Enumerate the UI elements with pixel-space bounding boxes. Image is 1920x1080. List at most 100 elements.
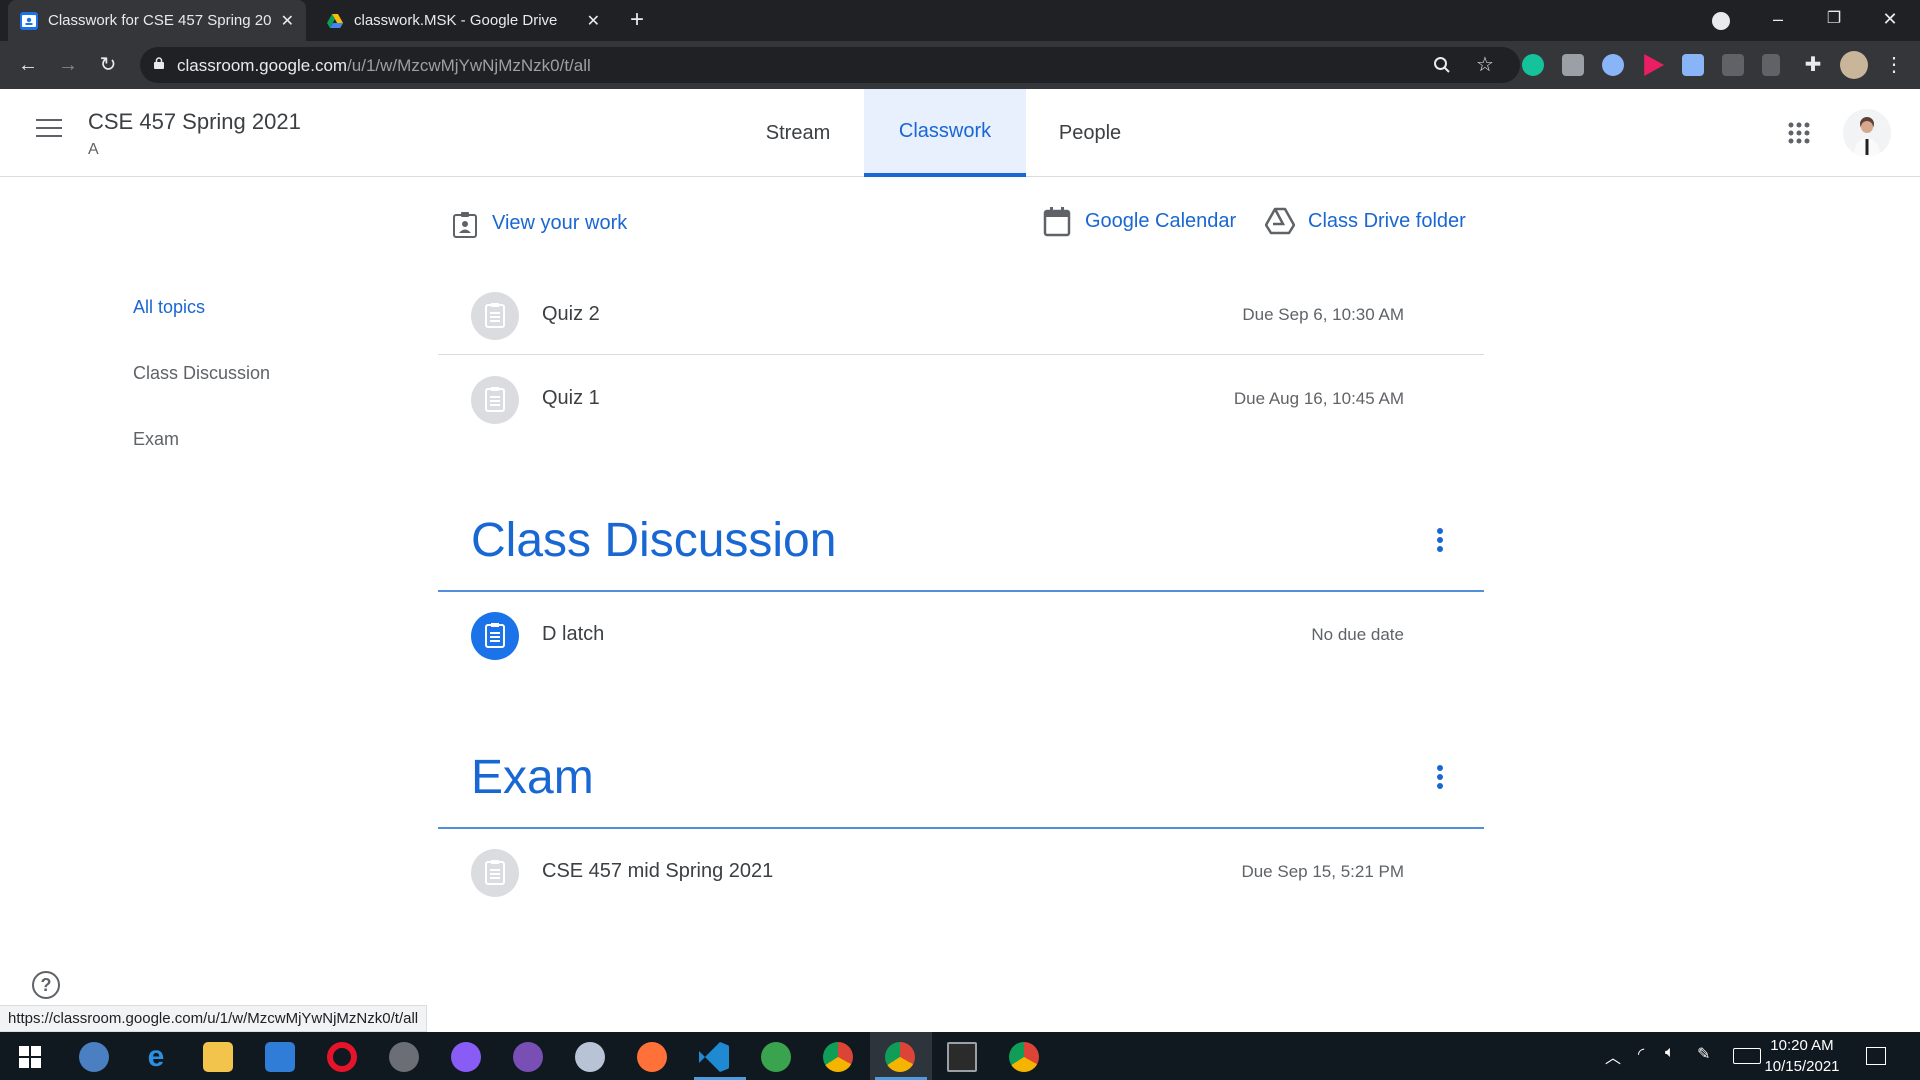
item-title: Quiz 2 <box>542 303 600 325</box>
profile-avatar[interactable] <box>1840 51 1868 79</box>
close-tab-icon[interactable]: ✕ <box>587 11 600 31</box>
assignment-icon <box>471 849 519 897</box>
topic-options-icon[interactable] <box>1434 765 1446 795</box>
terminal-icon[interactable] <box>947 1042 977 1072</box>
system-clock[interactable]: 10:20 AM 10/15/2021 <box>1762 1035 1842 1077</box>
url-host: classroom.google.com <box>177 56 348 75</box>
opera-icon[interactable] <box>327 1042 357 1072</box>
firefox-icon[interactable] <box>637 1042 667 1072</box>
item-due-date: No due date <box>1311 625 1404 644</box>
item-title: D latch <box>542 623 605 645</box>
back-icon[interactable]: ← <box>14 51 42 79</box>
drive-icon <box>326 12 344 30</box>
edge-icon[interactable]: e <box>141 1042 171 1072</box>
tab-title: classwork.MSK - Google Drive <box>354 12 558 29</box>
extension-icon[interactable] <box>1602 54 1624 76</box>
extension-icon[interactable] <box>1722 54 1744 76</box>
chrome-menu-icon[interactable]: ⋮ <box>1884 54 1904 76</box>
drive-icon <box>1265 207 1295 235</box>
topic-nav-class-discussion[interactable]: Class Discussion <box>133 363 270 384</box>
google-apps-icon[interactable] <box>1787 121 1811 145</box>
close-tab-icon[interactable]: ✕ <box>281 11 294 31</box>
network-icon[interactable]: ◜ <box>1638 1044 1644 1064</box>
windows-taskbar: e ︿ ◜ 🔈︎ ✎ 10:20 AM 10/15/2021 <box>0 1032 1920 1080</box>
tab-classwork[interactable]: Classwork <box>864 89 1026 177</box>
notifications-icon[interactable] <box>1866 1047 1886 1065</box>
file-explorer-icon[interactable] <box>203 1042 233 1072</box>
item-due-date: Due Aug 16, 10:45 AM <box>1233 389 1404 408</box>
item-title: CSE 457 mid Spring 2021 <box>542 860 774 882</box>
assignment-icon <box>471 612 519 660</box>
calendar-icon <box>1043 207 1071 237</box>
github-desktop-icon[interactable] <box>513 1042 543 1072</box>
pen-extension-icon[interactable] <box>1762 54 1780 76</box>
topic-nav-all-topics[interactable]: All topics <box>133 297 205 318</box>
chrome-icon[interactable] <box>823 1042 853 1072</box>
bookmark-star-icon[interactable]: ☆ <box>1476 52 1494 77</box>
reload-icon[interactable]: ↻ <box>94 51 122 79</box>
keyboard-icon[interactable] <box>1733 1048 1761 1064</box>
item-title: Quiz 1 <box>542 387 600 409</box>
clock-time: 10:20 AM <box>1770 1037 1834 1054</box>
classroom-header: CSE 457 Spring 2021 A Stream Classwork P… <box>0 89 1920 177</box>
clock-date: 10/15/2021 <box>1764 1058 1840 1075</box>
show-hidden-icons-icon[interactable]: ︿ <box>1605 1044 1621 1068</box>
view-your-work-link[interactable]: View your work <box>492 212 627 235</box>
classwork-item-quiz-2[interactable]: Quiz 2 Due Sep 6, 10:30 AM <box>438 270 1482 354</box>
course-section: A <box>88 141 99 158</box>
tab-people[interactable]: People <box>1044 89 1136 177</box>
play-extension-icon[interactable] <box>1644 54 1664 76</box>
classroom-icon <box>20 11 38 30</box>
app-icon[interactable] <box>389 1042 419 1072</box>
browser-tab-drive[interactable]: classwork.MSK - Google Drive ✕ <box>314 0 612 41</box>
volume-icon[interactable]: 🔈︎ <box>1665 1044 1675 1062</box>
topic-heading-exam[interactable]: Exam <box>471 750 594 805</box>
google-calendar-link[interactable]: Google Calendar <box>1085 210 1236 233</box>
assignment-icon <box>471 376 519 424</box>
account-avatar[interactable] <box>1843 109 1891 157</box>
pen-icon[interactable]: ✎ <box>1697 1044 1710 1064</box>
browser-toolbar: ← → ↻ classroom.google.com/u/1/w/MzcwMjY… <box>0 41 1920 89</box>
close-window-button[interactable]: ✕ <box>1862 0 1918 41</box>
assignment-ind-icon <box>453 212 477 238</box>
class-drive-folder-link[interactable]: Class Drive folder <box>1308 210 1466 233</box>
tab-search-icon[interactable] <box>1712 12 1730 30</box>
classwork-item-mid-exam[interactable]: CSE 457 mid Spring 2021 Due Sep 15, 5:21… <box>438 827 1482 911</box>
windows-start-icon[interactable] <box>19 1046 41 1068</box>
messenger-icon[interactable] <box>451 1042 481 1072</box>
zoom-icon[interactable] <box>1433 56 1451 74</box>
address-bar[interactable]: classroom.google.com/u/1/w/MzcwMjYwNjMzN… <box>140 47 1520 83</box>
app-icon[interactable] <box>761 1042 791 1072</box>
chrome-icon[interactable] <box>885 1042 915 1072</box>
item-due-date: Due Sep 6, 10:30 AM <box>1242 305 1404 324</box>
main-menu-icon[interactable] <box>36 119 62 139</box>
new-tab-button[interactable]: + <box>623 6 651 34</box>
browser-tab-strip: Classwork for CSE 457 Spring 20… ✕ class… <box>0 0 1920 41</box>
minimize-button[interactable]: – <box>1750 0 1806 41</box>
chrome-icon[interactable] <box>1009 1042 1039 1072</box>
course-title[interactable]: CSE 457 Spring 2021 <box>88 109 301 135</box>
download-extension-icon[interactable] <box>1682 54 1704 76</box>
lock-icon <box>154 57 164 69</box>
url-path: /u/1/w/MzcwMjYwNjMzNzk0/t/all <box>347 56 591 75</box>
url-text: classroom.google.com/u/1/w/MzcwMjYwNjMzN… <box>177 56 591 76</box>
item-due-date: Due Sep 15, 5:21 PM <box>1241 862 1404 881</box>
topic-options-icon[interactable] <box>1434 528 1446 558</box>
browser-tab-classwork[interactable]: Classwork for CSE 457 Spring 20… ✕ <box>8 0 306 41</box>
topic-heading-class-discussion[interactable]: Class Discussion <box>471 513 836 568</box>
forward-icon[interactable]: → <box>54 51 82 79</box>
extensions-puzzle-icon[interactable]: ✚ <box>1802 54 1824 76</box>
app-icon[interactable] <box>575 1042 605 1072</box>
qbittorrent-icon[interactable] <box>79 1042 109 1072</box>
classwork-item-quiz-1[interactable]: Quiz 1 Due Aug 16, 10:45 AM <box>438 354 1482 438</box>
help-icon[interactable]: ? <box>32 971 60 999</box>
grammarly-extension-icon[interactable] <box>1522 54 1544 76</box>
classwork-item-d-latch[interactable]: D latch No due date <box>438 590 1482 674</box>
vscode-icon[interactable] <box>699 1042 729 1072</box>
camera-extension-icon[interactable] <box>1562 54 1584 76</box>
assignment-icon <box>471 292 519 340</box>
restore-button[interactable]: ❐ <box>1806 0 1862 41</box>
mail-icon[interactable] <box>265 1042 295 1072</box>
topic-nav-exam[interactable]: Exam <box>133 429 179 450</box>
tab-stream[interactable]: Stream <box>750 89 846 177</box>
